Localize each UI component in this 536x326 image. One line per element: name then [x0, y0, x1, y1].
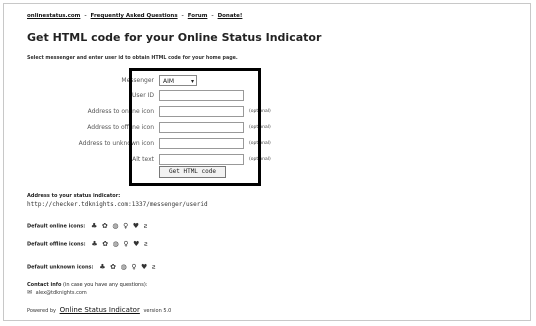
- skype-icon: ƨ: [151, 263, 156, 271]
- top-navigation: onlinestatus.com - Frequently Asked Ques…: [27, 13, 242, 19]
- msn-icon: ◍: [112, 222, 119, 230]
- default-online-icons-label: Default online icons:: [27, 223, 86, 230]
- nav-separator: -: [84, 13, 87, 19]
- contact-label: Contact info: [27, 282, 62, 288]
- unknown-icon-set: ♣ ✿ ◍ ♀ ♥ ƨ: [99, 263, 158, 271]
- nav-link-faq[interactable]: Frequently Asked Questions: [91, 13, 178, 19]
- yahoo-icon: ♥: [133, 240, 140, 248]
- nav-separator: -: [181, 13, 184, 19]
- powered-by-version: version 5.0: [143, 308, 172, 314]
- yahoo-icon: ♥: [141, 263, 148, 271]
- online-icon-set: ♣ ✿ ◍ ♀ ♥ ƨ: [91, 222, 150, 230]
- yahoo-icon: ♥: [132, 222, 140, 230]
- jabber-icon: ♀: [123, 240, 129, 248]
- default-offline-icons-row: Default offline icons: ♣ ✿ ◍ ♀ ♥ ƨ: [27, 240, 151, 248]
- mail-icon: ✉: [27, 289, 33, 296]
- default-online-icons-row: Default online icons: ♣ ✿ ◍ ♀ ♥ ƨ: [27, 222, 150, 230]
- nav-separator: -: [211, 13, 214, 19]
- powered-by-link[interactable]: Online Status Indicator: [60, 306, 140, 314]
- nav-link-donate[interactable]: Donate!: [218, 13, 243, 19]
- default-offline-icons-label: Default offline icons:: [27, 241, 86, 248]
- msn-icon: ◍: [120, 263, 127, 271]
- default-unknown-icons-label: Default unknown icons:: [27, 264, 94, 271]
- skype-icon: ƨ: [143, 240, 148, 248]
- status-address-label: Address to your status indicator:: [27, 193, 121, 199]
- aim-icon: ♣: [91, 222, 98, 230]
- aim-icon: ♣: [91, 240, 98, 248]
- aim-icon: ♣: [99, 263, 106, 271]
- default-unknown-icons-row: Default unknown icons: ♣ ✿ ◍ ♀ ♥ ƨ: [27, 263, 159, 271]
- page-title: Get HTML code for your Online Status Ind…: [27, 31, 322, 44]
- nav-link-forum[interactable]: Forum: [188, 13, 208, 19]
- powered-by-footer: Powered by Online Status Indicator versi…: [27, 306, 171, 314]
- icq-flower-icon: ✿: [101, 222, 108, 230]
- icq-flower-icon: ✿: [110, 263, 117, 271]
- jabber-icon: ♀: [123, 222, 129, 230]
- status-address-url: http://checker.tdknights.com:1337/messen…: [27, 201, 208, 208]
- nav-link-home[interactable]: onlinestatus.com: [27, 13, 80, 19]
- icq-flower-icon: ✿: [102, 240, 109, 248]
- page-subtitle: Select messenger and enter user id to ob…: [27, 56, 238, 61]
- powered-by-prefix: Powered by: [27, 308, 56, 314]
- offline-icon-set: ♣ ✿ ◍ ♀ ♥ ƨ: [91, 240, 150, 248]
- get-html-code-button[interactable]: Get HTML code: [159, 166, 226, 178]
- jabber-icon: ♀: [131, 263, 137, 271]
- contact-email[interactable]: alex@tdknights.com: [36, 290, 87, 296]
- msn-icon: ◍: [112, 240, 119, 248]
- contact-note: (in case you have any questions):: [63, 282, 148, 288]
- contact-email-row: ✉ alex@tdknights.com: [27, 289, 87, 296]
- contact-info: Contact info (in case you have any quest…: [27, 282, 147, 288]
- skype-icon: ƨ: [143, 222, 148, 230]
